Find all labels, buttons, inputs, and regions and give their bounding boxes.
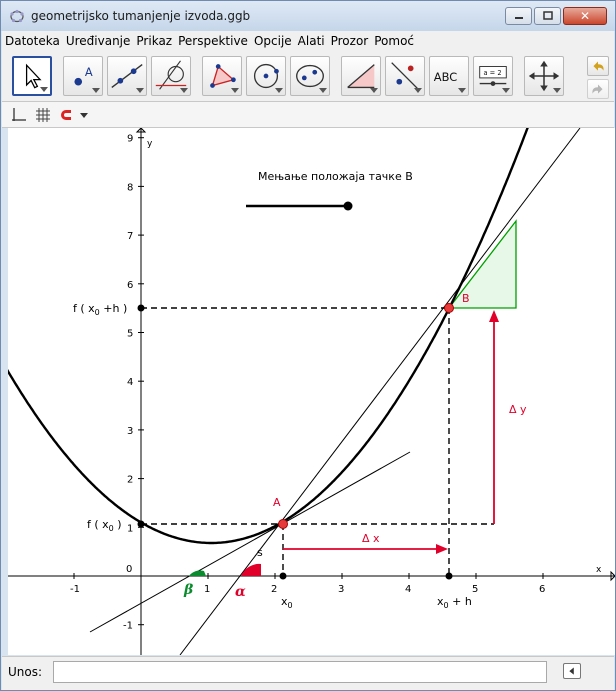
x0h-axis-point[interactable] (445, 572, 453, 580)
line-s-label: s (257, 546, 263, 559)
y-tick-label: 1 (127, 523, 133, 534)
input-bar: Unos: (2, 656, 614, 690)
menu-prozor[interactable]: Prozor (328, 34, 372, 48)
axes-toggle-icon[interactable] (10, 106, 28, 124)
delta-x-label: Δ x (362, 532, 380, 545)
menu-datoteka[interactable]: Datoteka (2, 34, 63, 48)
circle-tool[interactable] (246, 56, 286, 96)
menu-uredjivanje[interactable]: Uređivanje (63, 34, 134, 48)
y-tick-label: -1 (123, 621, 133, 632)
magnet-icon[interactable] (58, 106, 76, 124)
delta-x-arrowhead (436, 544, 448, 554)
fx0h-axis-point[interactable] (137, 304, 145, 312)
x0h-label: x0 + h (437, 595, 472, 610)
y-tick-label: 2 (127, 475, 133, 486)
slope-triangle (447, 219, 517, 309)
move-tool[interactable] (12, 56, 52, 96)
x-tick-label: 4 (405, 584, 411, 595)
angle-beta (189, 570, 206, 576)
y-tick-label: 3 (127, 426, 133, 437)
menu-alati[interactable]: Alati (295, 34, 328, 48)
fx0-label: f ( x0 ) (87, 518, 122, 533)
menu-perspektive[interactable]: Perspektive (175, 34, 251, 48)
slider-knob[interactable] (343, 201, 353, 211)
fx0h-label: f ( x0 +h ) (73, 302, 127, 317)
point-a-label: A (273, 496, 281, 509)
menu-bar: Datoteka Uređivanje Prikaz Perspektive O… (2, 31, 614, 51)
point-b-label: B (462, 292, 470, 305)
slider-tool[interactable]: a = 2 (473, 56, 513, 96)
chevron-down-icon[interactable] (76, 106, 94, 124)
function-curve[interactable] (8, 128, 535, 545)
y-tick-label: 8 (127, 182, 133, 193)
command-input[interactable] (53, 661, 547, 683)
move-view-tool[interactable] (524, 56, 564, 96)
app-window: geometrijsko tumanjenje izvoda.ggb ✕ Dat… (0, 0, 616, 691)
title-bar[interactable]: geometrijsko tumanjenje izvoda.ggb ✕ (1, 1, 615, 31)
origin-label: 0 (126, 564, 132, 575)
y-axis-label: y (147, 139, 153, 149)
y-tick-label: 5 (127, 329, 133, 340)
polygon-tool[interactable] (202, 56, 242, 96)
undo-icon (593, 61, 604, 71)
triangle-left-icon (569, 667, 574, 675)
slider-caption: Мењање положаја тачке B (258, 170, 413, 183)
x0-axis-point[interactable] (279, 572, 287, 580)
line-tool[interactable] (107, 56, 147, 96)
geogebra-logo-icon (10, 9, 24, 23)
window-title: geometrijsko tumanjenje izvoda.ggb (31, 9, 251, 23)
menu-pomoc[interactable]: Pomoć (371, 34, 417, 48)
svg-text:ABC: ABC (434, 70, 457, 84)
menu-opcije[interactable]: Opcije (251, 34, 295, 48)
delta-y-arrowhead (489, 310, 499, 322)
style-bar (2, 101, 614, 128)
angle-alpha-label: α (235, 584, 246, 600)
y-tick-label: 9 (127, 134, 133, 145)
close-button[interactable]: ✕ (563, 7, 607, 25)
dashed-guides (141, 307, 494, 576)
graph-svg[interactable]: x y 0 -1 1 2 3 4 5 6 -1 1 2 3 4 5 6 7 8 9 Мењање положа… (8, 128, 615, 655)
input-label: Unos: (8, 665, 43, 679)
menu-prikaz[interactable]: Prikaz (133, 34, 175, 48)
x-tick-label: 6 (539, 584, 545, 595)
x-tick-label: -1 (70, 584, 80, 595)
reflect-tool[interactable] (385, 56, 425, 96)
point-a[interactable] (278, 519, 288, 529)
input-help-button[interactable] (563, 663, 581, 679)
y-tick-label: 6 (127, 280, 133, 291)
maximize-button[interactable] (534, 7, 561, 25)
x-tick-label: 5 (472, 584, 478, 595)
maximize-icon (542, 11, 553, 20)
point-tool[interactable]: A (63, 56, 103, 96)
close-icon: ✕ (579, 9, 591, 23)
delta-y-label: Δ y (509, 403, 527, 416)
x0-label: x0 (281, 595, 293, 610)
toolbar: A ABC a = 2 (2, 51, 614, 101)
x-axis-label: x (596, 565, 602, 575)
fx0-axis-point[interactable] (137, 520, 145, 528)
redo-icon (592, 84, 603, 94)
redo-button[interactable] (587, 79, 609, 99)
x-tick-label: 3 (338, 584, 344, 595)
conic-tool[interactable] (290, 56, 330, 96)
y-tick-label: 4 (127, 377, 133, 388)
angle-tool[interactable] (341, 56, 381, 96)
svg-text:a = 2: a = 2 (484, 69, 502, 77)
perpendicular-tool[interactable] (151, 56, 191, 96)
grid-toggle-icon[interactable] (34, 106, 52, 124)
minimize-icon (514, 17, 523, 19)
minimize-button[interactable] (505, 7, 532, 25)
x-tick-label: 1 (204, 584, 210, 595)
angle-beta-label: β (183, 582, 194, 598)
svg-text:A: A (85, 65, 93, 79)
graphics-view[interactable]: x y 0 -1 1 2 3 4 5 6 -1 1 2 3 4 5 6 7 8 9 Мењање положа… (8, 128, 615, 655)
x-tick-label: 2 (271, 584, 277, 595)
y-tick-label: 7 (127, 231, 133, 242)
text-tool[interactable]: ABC (429, 56, 469, 96)
undo-button[interactable] (587, 56, 609, 76)
point-b[interactable] (444, 303, 454, 313)
